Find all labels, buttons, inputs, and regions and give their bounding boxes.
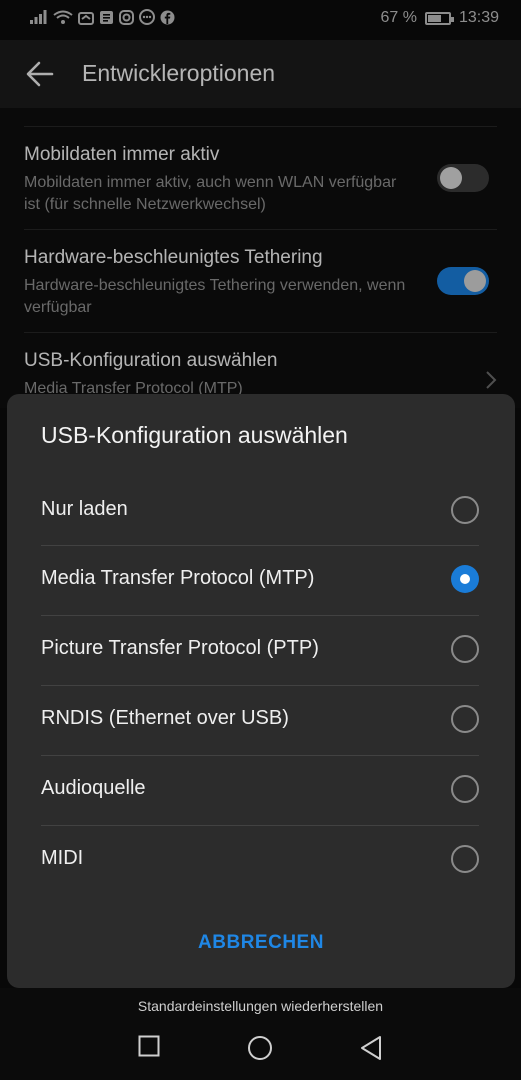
instagram-icon xyxy=(119,9,134,25)
radio-button[interactable] xyxy=(451,496,479,524)
battery-icon xyxy=(424,11,454,25)
message-icon xyxy=(100,10,113,24)
recents-square-icon[interactable] xyxy=(138,1035,160,1057)
option-ptp[interactable]: Picture Transfer Protocol (PTP) xyxy=(41,615,479,685)
setting-subtitle: Hardware-beschleunigtes Tethering verwen… xyxy=(24,277,406,316)
option-midi[interactable]: MIDI xyxy=(41,825,479,895)
setting-subtitle: Mobildaten immer aktiv, auch wenn WLAN v… xyxy=(24,174,397,213)
status-right: 67 % 13:39 xyxy=(380,9,499,27)
usb-configuration-dialog: USB-Konfiguration auswählen Nur laden Me… xyxy=(7,394,515,988)
radio-button-selected[interactable] xyxy=(451,565,479,593)
notification-icons xyxy=(30,9,175,25)
option-audioquelle[interactable]: Audioquelle xyxy=(41,755,479,825)
option-label: Nur laden xyxy=(41,498,128,520)
clock: 13:39 xyxy=(458,9,499,26)
app-bar: Entwickleroptionen xyxy=(0,40,521,108)
setting-mobile-data-always-on[interactable]: Mobildaten immer aktiv Mobildaten immer … xyxy=(24,144,497,229)
option-label: Audioquelle xyxy=(41,777,146,799)
dialog-title: USB-Konfiguration auswählen xyxy=(41,422,348,448)
battery-percent: 67 % xyxy=(380,9,417,26)
navigation-bar xyxy=(0,1035,521,1065)
divider xyxy=(24,229,497,230)
signal-icon xyxy=(30,10,47,24)
alarm-icon xyxy=(78,11,94,25)
toggle-knob xyxy=(464,270,486,292)
divider xyxy=(24,332,497,333)
option-nur-laden[interactable]: Nur laden xyxy=(41,476,479,546)
option-label: Media Transfer Protocol (MTP) xyxy=(41,567,315,589)
radio-button[interactable] xyxy=(451,705,479,733)
toggle-knob xyxy=(440,167,462,189)
radio-button[interactable] xyxy=(451,845,479,873)
settings-list: Mobildaten immer aktiv Mobildaten immer … xyxy=(0,108,521,408)
chevron-right-icon xyxy=(486,371,497,389)
chat-icon xyxy=(139,9,155,25)
radio-button[interactable] xyxy=(451,635,479,663)
option-label: Picture Transfer Protocol (PTP) xyxy=(41,637,319,659)
page-title: Entwickleroptionen xyxy=(82,60,276,86)
setting-title: Hardware-beschleunigtes Tethering xyxy=(24,247,323,268)
reset-defaults-label[interactable]: Standardeinstellungen wiederherstellen xyxy=(0,998,521,1014)
hardware-tethering-toggle[interactable] xyxy=(437,267,489,295)
setting-hardware-tethering[interactable]: Hardware-beschleunigtes Tethering Hardwa… xyxy=(24,247,497,332)
battery-fill xyxy=(427,14,442,22)
setting-title: Mobildaten immer aktiv xyxy=(24,144,220,165)
back-triangle-icon[interactable] xyxy=(359,1035,383,1061)
option-mtp[interactable]: Media Transfer Protocol (MTP) xyxy=(41,545,479,615)
back-arrow-icon[interactable] xyxy=(22,56,58,92)
status-bar: 67 % 13:39 xyxy=(0,0,521,40)
option-label: MIDI xyxy=(41,847,84,869)
option-label: RNDIS (Ethernet over USB) xyxy=(41,707,289,729)
divider xyxy=(24,126,497,127)
radio-button[interactable] xyxy=(451,775,479,803)
wifi-icon xyxy=(53,10,73,24)
home-circle-icon[interactable] xyxy=(247,1035,273,1061)
cancel-button[interactable]: ABBRECHEN xyxy=(7,932,515,954)
mobile-data-toggle[interactable] xyxy=(437,164,489,192)
setting-title: USB-Konfiguration auswählen xyxy=(24,350,278,371)
option-rndis[interactable]: RNDIS (Ethernet over USB) xyxy=(41,685,479,755)
bottom-area: Standardeinstellungen wiederherstellen xyxy=(0,988,521,1080)
facebook-icon xyxy=(160,10,175,24)
